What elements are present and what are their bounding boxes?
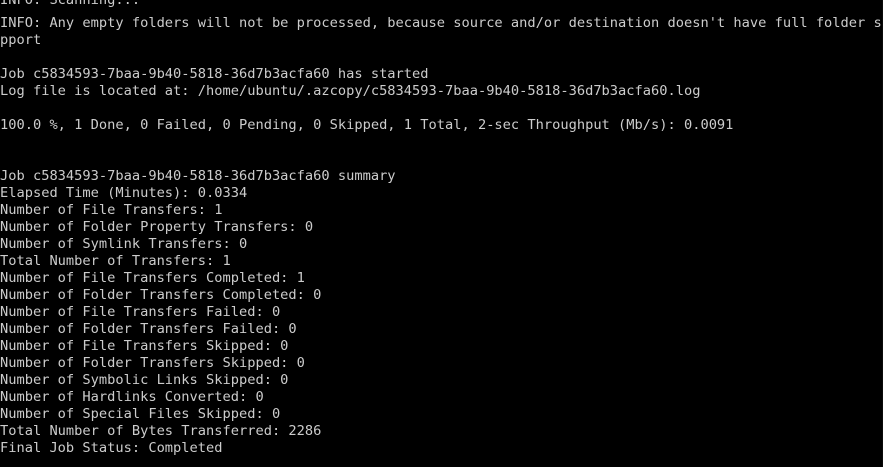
- terminal-line-total-transfers: Total Number of Transfers: 1: [0, 253, 231, 269]
- terminal-line-symbolic-links-skipped: Number of Symbolic Links Skipped: 0: [0, 372, 289, 388]
- terminal-line-folder-transfers-completed: Number of Folder Transfers Completed: 0: [0, 287, 322, 303]
- terminal-line-log-file: Log file is located at: /home/ubuntu/.az…: [0, 83, 701, 99]
- terminal-line-symlink-transfers: Number of Symlink Transfers: 0: [0, 236, 248, 252]
- terminal-line-final-status: Final Job Status: Completed: [0, 440, 223, 456]
- terminal-line-info-empty-folders: INFO: Any empty folders will not be proc…: [0, 15, 883, 31]
- terminal-line-info-wrap: pport: [0, 32, 42, 48]
- terminal-line-file-transfers-failed: Number of File Transfers Failed: 0: [0, 304, 281, 320]
- terminal-line-job-started: Job c5834593-7baa-9b40-5818-36d7b3acfa60…: [0, 66, 429, 82]
- terminal-line-progress: 100.0 %, 1 Done, 0 Failed, 0 Pending, 0 …: [0, 117, 734, 133]
- terminal-line-folder-property-transfers: Number of Folder Property Transfers: 0: [0, 219, 314, 235]
- terminal-line-folder-transfers-failed: Number of Folder Transfers Failed: 0: [0, 321, 297, 337]
- terminal-window[interactable]: INFO: Scanning... INFO: Any empty folder…: [0, 0, 883, 467]
- terminal-line-elapsed-time: Elapsed Time (Minutes): 0.0334: [0, 185, 248, 201]
- terminal-line-folder-transfers-skipped: Number of Folder Transfers Skipped: 0: [0, 355, 305, 371]
- terminal-line-file-transfers-completed: Number of File Transfers Completed: 1: [0, 270, 305, 286]
- terminal-line-bytes-transferred: Total Number of Bytes Transferred: 2286: [0, 423, 322, 439]
- terminal-line-summary-header: Job c5834593-7baa-9b40-5818-36d7b3acfa60…: [0, 168, 396, 184]
- terminal-line-file-transfers: Number of File Transfers: 1: [0, 202, 223, 218]
- terminal-line-special-files-skipped: Number of Special Files Skipped: 0: [0, 406, 281, 422]
- terminal-line-hardlinks-converted: Number of Hardlinks Converted: 0: [0, 389, 264, 405]
- terminal-line-info-scanning: INFO: Scanning...: [0, 0, 141, 8]
- terminal-line-file-transfers-skipped: Number of File Transfers Skipped: 0: [0, 338, 289, 354]
